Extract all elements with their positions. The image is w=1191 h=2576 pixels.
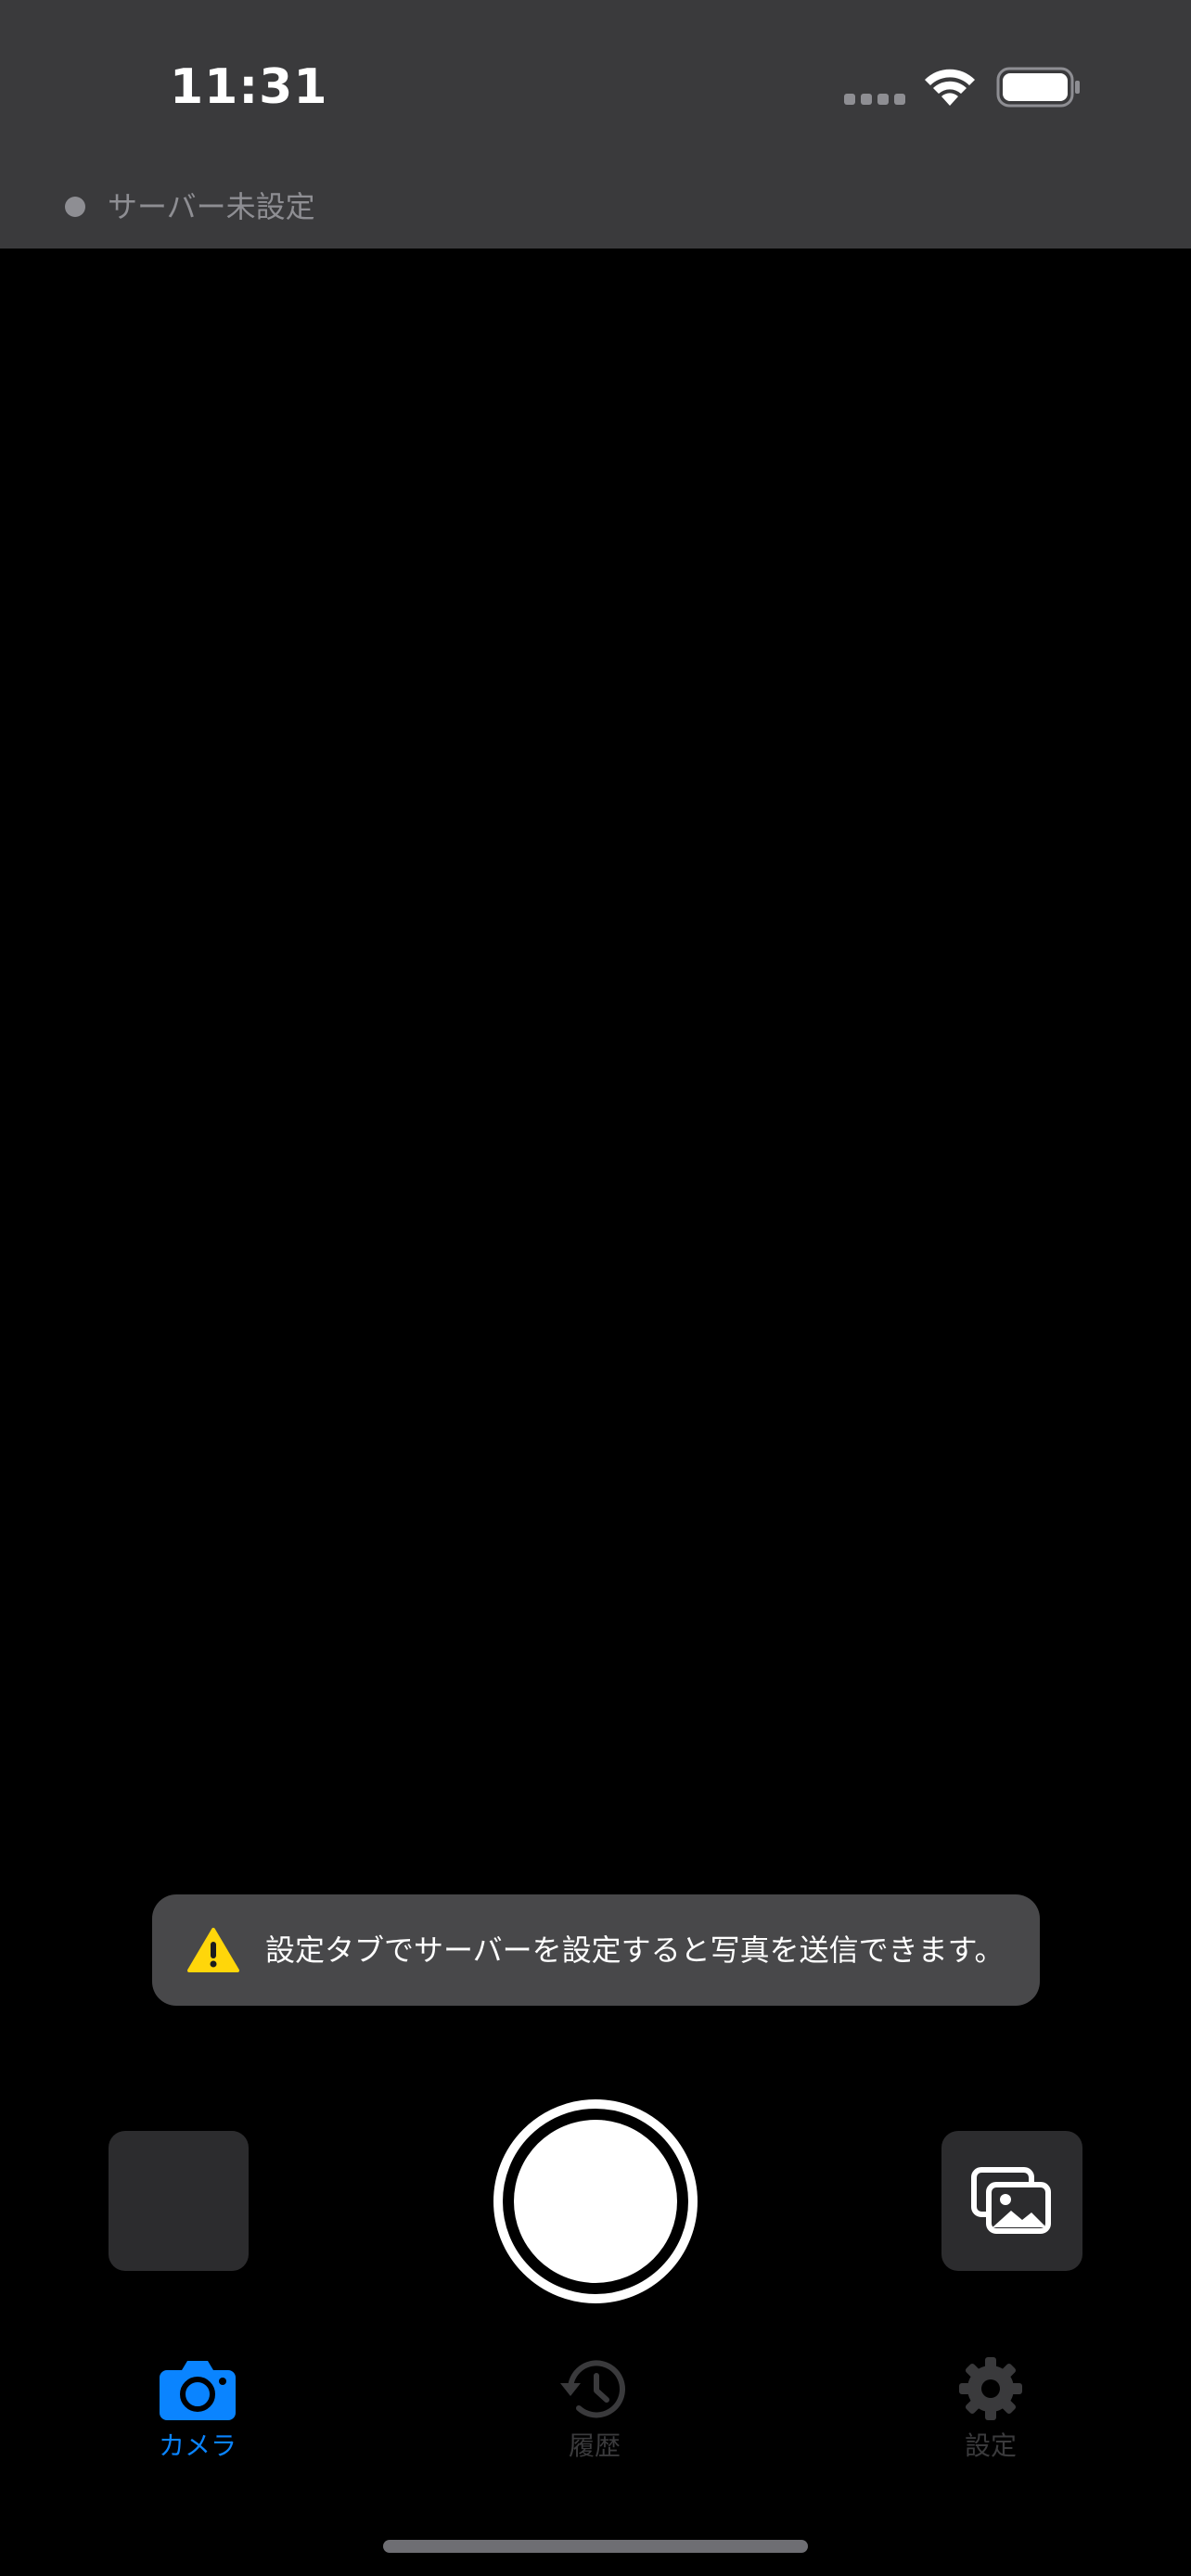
home-indicator[interactable] — [383, 2540, 808, 2553]
tab-history[interactable]: 履歴 — [502, 2355, 687, 2485]
wifi-icon — [925, 69, 975, 106]
status-indicator-dot — [65, 197, 85, 217]
server-status-text: サーバー未設定 — [108, 189, 315, 224]
camera-preview[interactable] — [0, 249, 1191, 2326]
photo-library-button[interactable] — [941, 2131, 1082, 2271]
tab-settings-label: 設定 — [964, 2430, 1017, 2461]
tab-bar: カメラ 履歴 設定 — [0, 2355, 1191, 2494]
tab-camera-label: カメラ — [158, 2430, 237, 2461]
battery-icon — [996, 67, 1080, 108]
server-status: サーバー未設定 — [65, 184, 315, 230]
gear-icon — [959, 2357, 1022, 2420]
history-icon — [560, 2360, 625, 2418]
shutter-button[interactable] — [493, 2099, 698, 2303]
status-time: 11:31 — [170, 59, 328, 115]
status-bar: 11:31 — [0, 0, 1191, 176]
cellular-signal-icon — [844, 94, 905, 105]
camera-icon — [160, 2361, 236, 2420]
shutter-inner-circle — [514, 2120, 677, 2283]
photo-library-icon — [971, 2166, 1051, 2234]
top-bar: 11:31 サーバー未設定 — [0, 0, 1191, 249]
server-warning-toast: 設定タブでサーバーを設定すると写真を送信できます。 — [152, 1894, 1040, 2006]
last-photo-thumbnail[interactable] — [109, 2131, 249, 2271]
tab-camera[interactable]: カメラ — [105, 2355, 290, 2485]
tab-history-label: 履歴 — [568, 2430, 621, 2461]
tab-settings[interactable]: 設定 — [898, 2355, 1083, 2485]
warning-icon — [187, 1928, 239, 1972]
toast-message: 設定タブでサーバーを設定すると写真を送信できます。 — [265, 1932, 1005, 1968]
